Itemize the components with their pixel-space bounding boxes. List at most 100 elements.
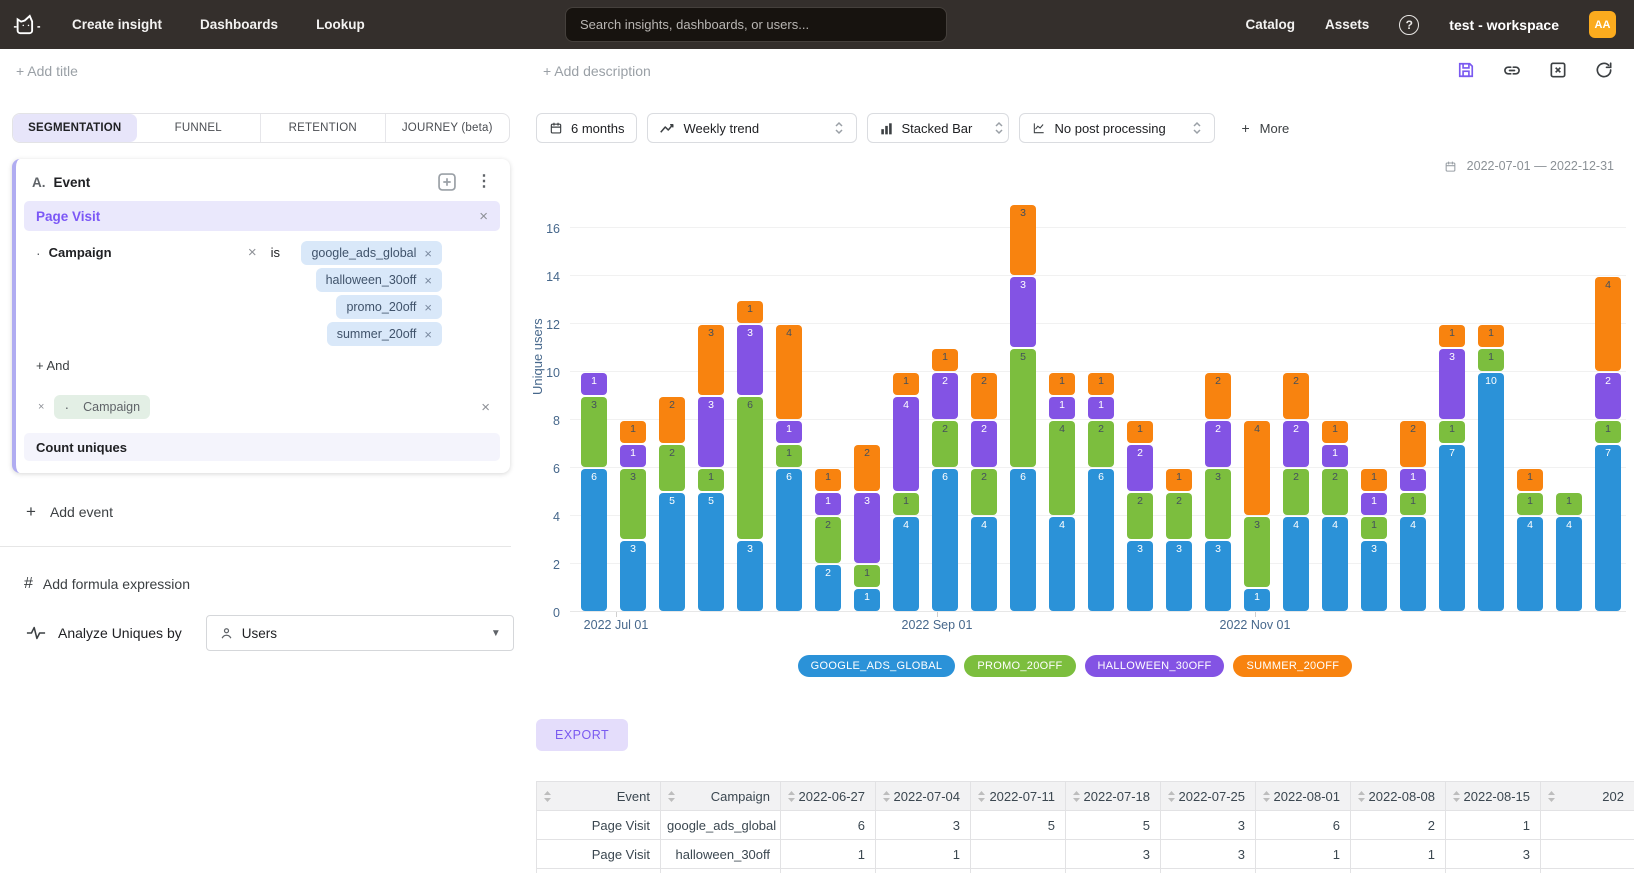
bar-segment-google_ads_global[interactable]: 3 — [620, 541, 646, 611]
bar-segment-halloween_30off[interactable]: 2 — [1283, 421, 1309, 467]
trend-select[interactable]: Weekly trend — [647, 113, 857, 143]
bar-segment-google_ads_global[interactable]: 6 — [776, 469, 802, 611]
column-header-campaign[interactable]: Campaign — [661, 782, 781, 811]
bar-segment-google_ads_global[interactable]: 2 — [815, 565, 841, 611]
bar-segment-google_ads_global[interactable]: 7 — [1439, 445, 1465, 611]
bar-segment-promo_20off[interactable]: 2 — [659, 445, 685, 491]
tab-retention[interactable]: RETENTION — [260, 114, 385, 142]
stacked-bar-2022-12-05[interactable]: 1011 — [1478, 199, 1504, 612]
bar-segment-summer_20off[interactable]: 4 — [776, 325, 802, 419]
add-and-condition[interactable]: + And — [20, 346, 502, 373]
stacked-bar-2022-10-10[interactable]: 321 — [1166, 199, 1192, 612]
remove-value-icon[interactable]: × — [424, 327, 432, 342]
bar-segment-google_ads_global[interactable]: 7 — [1595, 445, 1621, 611]
export-button[interactable]: EXPORT — [536, 719, 628, 751]
more-button[interactable]: + More — [1241, 121, 1289, 136]
stacked-bar-2022-09-26[interactable]: 6211 — [1088, 199, 1114, 612]
sort-icon[interactable] — [1452, 790, 1461, 803]
stacked-bar-2022-08-01[interactable]: 6114 — [776, 199, 802, 612]
nav-catalog[interactable]: Catalog — [1245, 17, 1295, 32]
bar-segment-halloween_30off[interactable]: 1 — [581, 373, 607, 395]
bar-segment-google_ads_global[interactable]: 4 — [893, 517, 919, 611]
bar-segment-halloween_30off[interactable]: 1 — [815, 493, 841, 515]
bar-segment-google_ads_global[interactable]: 4 — [1049, 517, 1075, 611]
remove-value-icon[interactable]: × — [424, 300, 432, 315]
bar-segment-promo_20off[interactable]: 1 — [698, 469, 724, 491]
bar-segment-halloween_30off[interactable]: 1 — [620, 445, 646, 467]
bar-segment-promo_20off[interactable]: 2 — [1322, 469, 1348, 515]
bar-segment-promo_20off[interactable]: 1 — [1439, 421, 1465, 443]
bar-segment-promo_20off[interactable]: 1 — [1400, 493, 1426, 515]
stacked-bar-2022-08-22[interactable]: 4141 — [893, 199, 919, 612]
bar-segment-summer_20off[interactable]: 2 — [1283, 373, 1309, 419]
bar-segment-google_ads_global[interactable]: 4 — [1322, 517, 1348, 611]
bar-segment-summer_20off[interactable]: 1 — [620, 421, 646, 443]
bar-segment-halloween_30off[interactable]: 1 — [1361, 493, 1387, 515]
bar-segment-promo_20off[interactable]: 2 — [971, 469, 997, 515]
close-square-icon[interactable] — [1548, 60, 1568, 80]
bar-segment-promo_20off[interactable]: 2 — [815, 517, 841, 563]
bar-segment-summer_20off[interactable]: 1 — [932, 349, 958, 371]
remove-filter-icon[interactable]: × — [248, 245, 257, 260]
bar-segment-halloween_30off[interactable]: 2 — [1205, 421, 1231, 467]
bar-segment-promo_20off[interactable]: 2 — [1283, 469, 1309, 515]
stacked-bar-2022-08-08[interactable]: 2211 — [815, 199, 841, 612]
bar-segment-google_ads_global[interactable]: 3 — [1205, 541, 1231, 611]
tab-funnel[interactable]: FUNNEL — [137, 114, 261, 142]
stacked-bar-2022-08-29[interactable]: 6221 — [932, 199, 958, 612]
bar-segment-summer_20off[interactable]: 1 — [893, 373, 919, 395]
bar-segment-google_ads_global[interactable]: 3 — [1361, 541, 1387, 611]
bar-segment-halloween_30off[interactable]: 1 — [776, 421, 802, 443]
remove-value-icon[interactable]: × — [424, 246, 432, 261]
chart-type-select[interactable]: Stacked Bar — [867, 113, 1009, 143]
event-menu-icon[interactable]: ⋮ — [476, 174, 492, 190]
bar-segment-promo_20off[interactable]: 2 — [932, 421, 958, 467]
sort-icon[interactable] — [1072, 790, 1081, 803]
stacked-bar-2022-12-26[interactable]: 7124 — [1595, 199, 1621, 612]
legend-item-promo_20off[interactable]: PROMO_20OFF — [964, 655, 1075, 677]
stacked-bar-2022-07-18[interactable]: 5133 — [698, 199, 724, 612]
bar-segment-google_ads_global[interactable]: 3 — [1127, 541, 1153, 611]
bar-segment-promo_20off[interactable]: 3 — [620, 469, 646, 539]
remove-value-icon[interactable]: × — [424, 273, 432, 288]
bar-segment-promo_20off[interactable]: 1 — [854, 565, 880, 587]
bar-segment-promo_20off[interactable]: 1 — [1556, 493, 1582, 515]
stacked-bar-2022-07-04[interactable]: 3311 — [620, 199, 646, 612]
bar-segment-promo_20off[interactable]: 1 — [1595, 421, 1621, 443]
tab-segmentation[interactable]: SEGMENTATION — [13, 114, 137, 142]
event-selector[interactable]: Page Visit × — [24, 201, 500, 231]
bar-segment-google_ads_global[interactable]: 6 — [932, 469, 958, 611]
bar-segment-promo_20off[interactable]: 3 — [1205, 469, 1231, 539]
stacked-bar-2022-12-19[interactable]: 41 — [1556, 199, 1582, 612]
duplicate-event-icon[interactable] — [438, 173, 456, 191]
stacked-bar-2022-08-15[interactable]: 1132 — [854, 199, 880, 612]
bar-segment-promo_20off[interactable]: 1 — [776, 445, 802, 467]
refresh-icon[interactable] — [1594, 60, 1614, 80]
bar-segment-summer_20off[interactable]: 2 — [1205, 373, 1231, 419]
bar-segment-google_ads_global[interactable]: 6 — [581, 469, 607, 611]
bar-segment-halloween_30off[interactable]: 3 — [1439, 349, 1465, 419]
sort-icon[interactable] — [977, 790, 986, 803]
nav-dashboards[interactable]: Dashboards — [200, 17, 278, 32]
add-description-button[interactable]: + Add description — [543, 63, 651, 79]
save-icon[interactable] — [1456, 60, 1476, 80]
add-title-button[interactable]: + Add title — [16, 63, 78, 79]
bar-segment-google_ads_global[interactable]: 3 — [737, 541, 763, 611]
help-icon[interactable]: ? — [1399, 15, 1419, 35]
bar-segment-google_ads_global[interactable]: 10 — [1478, 373, 1504, 611]
bar-segment-google_ads_global[interactable]: 4 — [1283, 517, 1309, 611]
nav-create-insight[interactable]: Create insight — [72, 17, 162, 32]
add-formula-button[interactable]: # Add formula expression — [24, 575, 522, 593]
bar-segment-summer_20off[interactable]: 2 — [854, 445, 880, 491]
bar-segment-summer_20off[interactable]: 4 — [1595, 277, 1621, 371]
remove-event-icon[interactable]: × — [479, 209, 488, 224]
bar-segment-summer_20off[interactable]: 2 — [659, 397, 685, 443]
bar-segment-google_ads_global[interactable]: 5 — [698, 493, 724, 611]
bar-segment-halloween_30off[interactable]: 1 — [1322, 445, 1348, 467]
bar-segment-promo_20off[interactable]: 1 — [893, 493, 919, 515]
column-header-2022-06-27[interactable]: 2022-06-27 — [781, 782, 876, 811]
legend-item-summer_20off[interactable]: SUMMER_20OFF — [1233, 655, 1352, 677]
sort-icon[interactable] — [1357, 790, 1366, 803]
bar-segment-google_ads_global[interactable]: 1 — [854, 589, 880, 611]
copy-link-icon[interactable] — [1502, 60, 1522, 80]
